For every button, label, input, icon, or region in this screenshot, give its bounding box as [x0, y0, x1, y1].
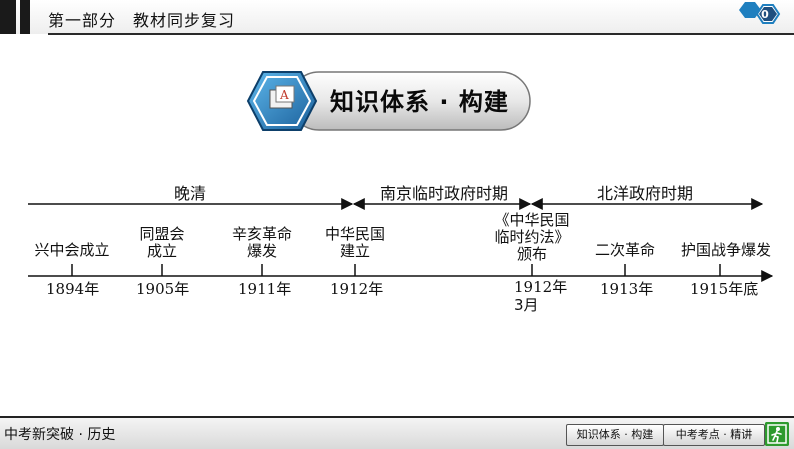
period-label: 南京临时政府时期 — [379, 184, 508, 203]
period-label: 北洋政府时期 — [596, 184, 693, 203]
event-label: 《中华民国 临时约法》 颁布 — [494, 211, 570, 263]
period-label: 晚清 — [173, 184, 206, 203]
event-label: 护国战争爆发 — [680, 241, 771, 259]
year-label: 1912年 — [330, 280, 384, 298]
event-label: 辛亥革命 爆发 — [231, 225, 292, 260]
event-label: 中华民国 建立 — [324, 225, 385, 260]
footer-brand: 中考新突破 · 历史 — [4, 427, 116, 443]
timeline-diagram — [28, 198, 774, 282]
year-label: 1905年 — [136, 280, 190, 298]
year-label: 1913年 — [600, 280, 654, 298]
year-label: 1894年 — [46, 280, 100, 298]
event-label: 二次革命 — [594, 241, 655, 259]
exam-points-button[interactable]: 中考考点 · 精讲 — [663, 424, 765, 446]
event-label: 兴中会成立 — [34, 241, 110, 259]
year-label: 1912年 3月 — [514, 278, 568, 314]
year-label: 1915年底 — [690, 280, 759, 298]
knowledge-system-button[interactable]: 知识体系 · 构建 — [566, 424, 664, 446]
exit-icon[interactable] — [765, 422, 789, 446]
year-label: 1911年 — [238, 280, 292, 298]
event-label: 同盟会 成立 — [139, 225, 185, 260]
bottom-footer: 中考新突破 · 历史 知识体系 · 构建 中考考点 · 精讲 — [0, 416, 794, 449]
